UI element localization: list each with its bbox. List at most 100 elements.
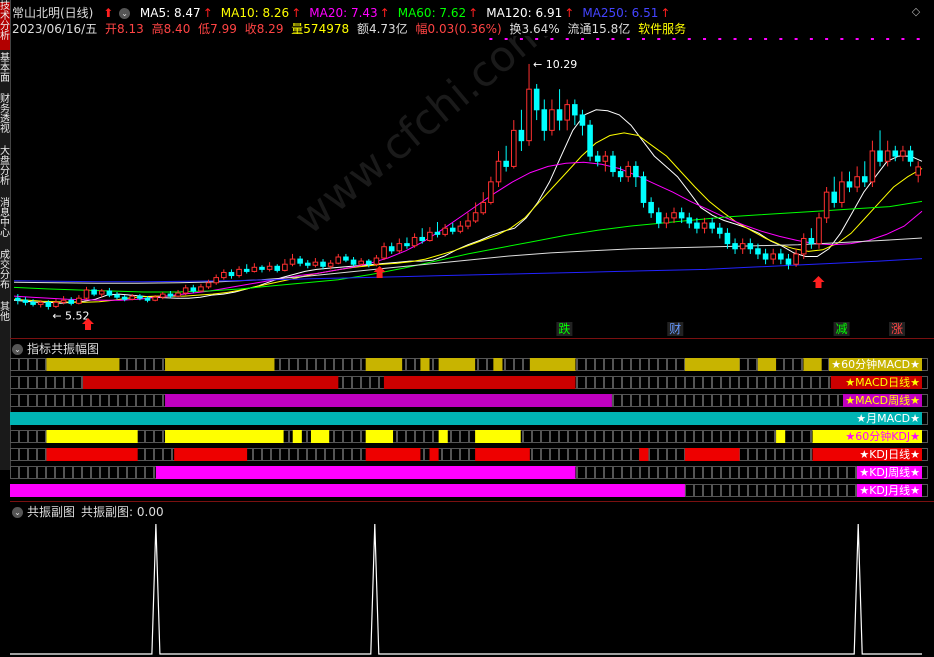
resonance-segment [529, 358, 576, 371]
candlestick-chart[interactable]: www.cfchi.com← 10.29 ← 5.52 跌 财 减 涨 [10, 36, 934, 338]
candle [625, 161, 632, 182]
candle [793, 248, 799, 267]
candle [106, 287, 113, 298]
panel-divider [10, 501, 934, 502]
candle [221, 269, 227, 280]
up-arrow-icon: ↑ [468, 6, 479, 20]
signal-dot [901, 38, 905, 40]
resonance-row-label: ★KDJ月线★ [857, 484, 922, 497]
turnover-label: 换3.64% [509, 22, 560, 36]
candle [839, 171, 845, 208]
signal-dot [565, 38, 569, 40]
sidebar-tab[interactable]: 财务透视 [0, 95, 10, 143]
candle [602, 150, 609, 172]
signal-dot [580, 38, 584, 40]
resonance-segment [757, 358, 777, 371]
candle [91, 286, 97, 297]
candle [388, 242, 395, 254]
buy-arrow-icon [812, 276, 825, 288]
sidebar-tab[interactable]: 大盘分析 [0, 147, 10, 195]
signal-dot [504, 38, 508, 40]
candle [808, 228, 815, 249]
collapse-icon[interactable]: ⌄ [12, 507, 23, 518]
date-label: 2023/06/16/五 [12, 22, 98, 36]
resonance-segment [165, 430, 284, 443]
resonance-segment [475, 448, 530, 461]
candle [717, 223, 723, 239]
resonance-row-label: ★KDJ周线★ [857, 466, 922, 479]
candle [892, 145, 899, 162]
event-marker[interactable]: 财 [669, 322, 681, 336]
candle [686, 212, 693, 229]
candle [518, 109, 525, 151]
candle [648, 197, 654, 218]
ma-value: MA10: 8.26 [220, 6, 290, 20]
signal-dot [840, 38, 844, 40]
candle [526, 63, 532, 146]
candle [770, 248, 776, 265]
signal-dot [825, 38, 829, 40]
resonance-segment [684, 358, 740, 371]
candle [396, 238, 403, 253]
resonance-row [10, 394, 928, 407]
sidebar-tab[interactable]: 成交分布 [0, 251, 10, 299]
up-arrow-icon: ↑ [291, 6, 302, 20]
candle [556, 89, 563, 131]
ma-line-ma20 [13, 161, 923, 301]
resonance-segment [493, 358, 503, 371]
resonance-row-label: ★60分钟MACD★ [829, 358, 922, 371]
resonance-segment [46, 448, 138, 461]
ohlc-header: 2023/06/16/五 开8.13 高8.40 低7.99 收8.29 量57… [12, 20, 690, 36]
candle [587, 120, 593, 162]
resonance-segment [365, 448, 421, 461]
ma-values: MA5: 8.47 ↑ MA10: 8.26 ↑ MA20: 7.43 ↑ MA60: 7.… [140, 6, 679, 20]
resonance-chart[interactable] [10, 356, 934, 502]
sidebar-tab[interactable]: 基本面 [0, 54, 10, 91]
sidebar-tab[interactable]: 消息中心 [0, 199, 10, 247]
candle [762, 248, 769, 265]
candle [175, 289, 181, 298]
resonance-segment [10, 412, 922, 425]
resonance-segment [292, 430, 302, 443]
collapse-icon[interactable]: ⌄ [12, 344, 23, 355]
ma-value: MA250: 6.51 [582, 6, 659, 20]
sub-chart[interactable] [10, 518, 934, 657]
candle [243, 264, 250, 274]
candle [449, 223, 456, 235]
candle [877, 130, 883, 167]
candle [846, 171, 853, 193]
candle [785, 253, 792, 270]
candle [610, 150, 616, 177]
candle [823, 187, 830, 224]
sidebar-tab[interactable]: 其他 [0, 303, 10, 329]
restore-icon[interactable]: ◇ [910, 6, 922, 18]
resonance-row [10, 430, 928, 443]
signal-dot [733, 38, 737, 40]
close-label: 收8.29 [244, 22, 284, 36]
resonance-panel-header: ⌄ 指标共振幅图 [12, 340, 99, 356]
candle [465, 212, 471, 230]
sidebar-tab[interactable]: 技术分析 [0, 2, 10, 50]
candle [724, 228, 731, 249]
candle [732, 238, 738, 254]
resonance-segment [383, 376, 576, 389]
resonance-segment [429, 448, 439, 461]
candle [259, 265, 265, 273]
sub-panel-header: ⌄ 共振副图 共振副图: 0.00 [12, 503, 164, 519]
signal-dot [489, 38, 493, 40]
candle [510, 120, 517, 169]
signal-dot [718, 38, 722, 40]
float-value-label: 流通15.8亿 [567, 22, 631, 36]
event-marker[interactable]: 减 [836, 322, 848, 336]
candle [572, 99, 578, 126]
signal-dot [748, 38, 752, 40]
high-annotation: ← 10.29 [533, 58, 577, 71]
volume-label: 量574978 [291, 22, 350, 36]
candle [900, 145, 906, 162]
dropdown-icon[interactable]: ⌄ [119, 8, 131, 19]
event-marker[interactable]: 跌 [558, 321, 570, 336]
signal-dot [535, 38, 539, 40]
event-marker[interactable]: 涨 [891, 321, 903, 336]
signal-dot [687, 38, 691, 40]
up-arrow-icon: ↑ [660, 6, 671, 20]
